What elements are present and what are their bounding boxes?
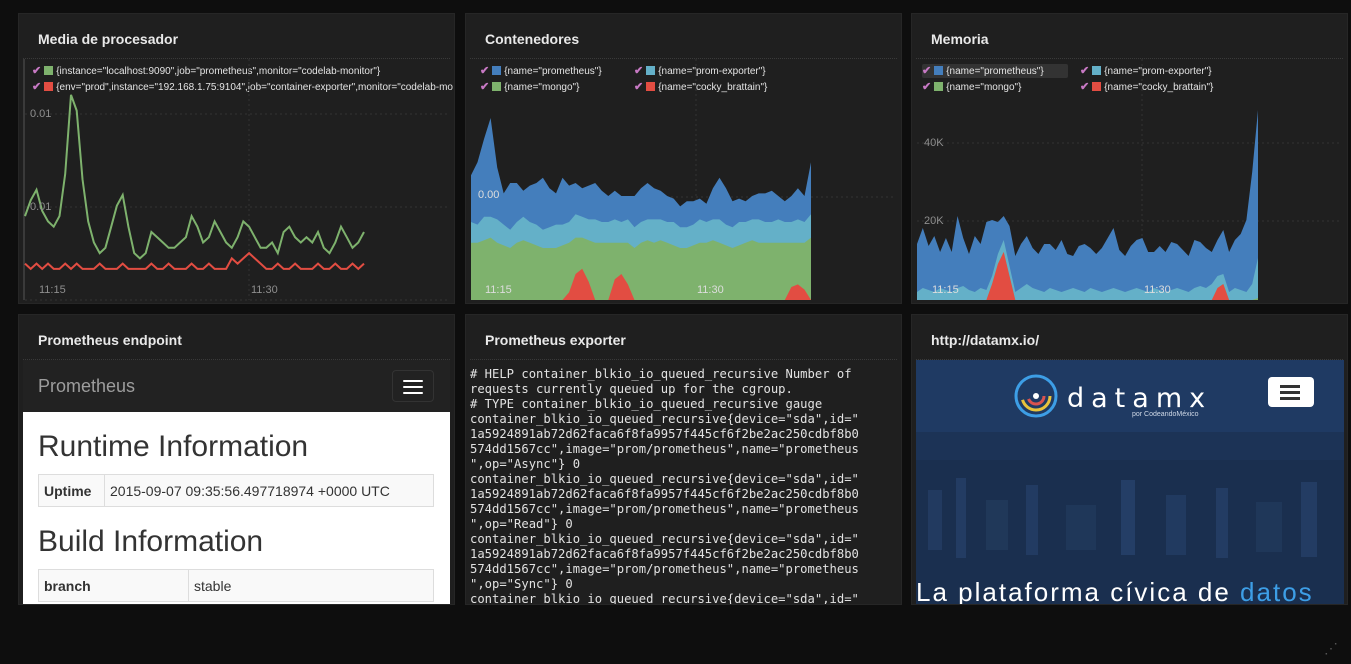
hamburger-icon-bar <box>403 392 423 394</box>
series-swatch <box>44 66 54 75</box>
check-icon[interactable]: ✔ <box>1080 65 1089 77</box>
legend-label: {instance="localhost:9090",job="promethe… <box>56 66 381 77</box>
table-row: branch stable <box>38 569 434 602</box>
datamx-logo-text[interactable]: datamx <box>1067 383 1212 414</box>
y-tick: 0.01 <box>30 201 52 213</box>
legend-label: {env="prod",instance="192.168.1.75:9104"… <box>56 82 453 93</box>
check-icon[interactable]: ✔ <box>1080 81 1089 93</box>
x-tick: 11:30 <box>251 284 278 296</box>
table-value: stable <box>188 569 434 602</box>
legend-item[interactable]: ✔ {name="prom-exporter"} <box>1080 64 1212 78</box>
legend-item[interactable]: ✔ {name="cocky_brattain"} <box>1080 80 1213 94</box>
series-swatch <box>934 66 944 75</box>
prometheus-navbar: Prometheus <box>23 360 450 413</box>
series-swatch <box>646 82 656 91</box>
x-tick: 11:30 <box>697 284 724 296</box>
headline-text: La plataforma cívica de <box>916 577 1241 605</box>
check-icon[interactable]: ✔ <box>634 65 643 77</box>
panel-containers: Contenedores ✔ {name="prometheus"} ✔ {name… <box>465 13 902 304</box>
runtime-table: Uptime 2015-09-07 09:35:56.497718974 +00… <box>38 474 434 507</box>
legend-label: {name="prom-exporter"} <box>658 66 766 77</box>
check-icon[interactable]: ✔ <box>480 81 489 93</box>
panel-title[interactable]: http://datamx.io/ <box>931 332 1039 348</box>
x-tick: 11:30 <box>1144 284 1171 296</box>
memory-chart[interactable] <box>912 14 1348 304</box>
y-tick: 0.01 <box>30 108 52 120</box>
datamx-webpage: datamx por CodeandoMéxico La plataforma … <box>916 360 1344 605</box>
prometheus-status-content: Runtime Information Uptime 2015-09-07 09… <box>23 412 450 604</box>
panel-title[interactable]: Media de procesador <box>38 31 178 47</box>
hamburger-icon-bar <box>1280 391 1300 394</box>
legend-item[interactable]: ✔ {env="prod",instance="192.168.1.75:9104… <box>32 80 453 94</box>
menu-toggle-button[interactable] <box>392 370 434 402</box>
panel-title[interactable]: Prometheus endpoint <box>38 332 182 348</box>
legend-item[interactable]: ✔ {name="cocky_brattain"} <box>634 80 767 94</box>
series-swatch <box>1092 82 1102 91</box>
check-icon[interactable]: ✔ <box>922 81 931 93</box>
panel-datamx: http://datamx.io/ datamx por CodeandoMéx… <box>911 314 1348 605</box>
prometheus-brand-link[interactable]: Prometheus <box>38 376 135 397</box>
datamx-menu-button[interactable] <box>1268 377 1314 407</box>
legend-item[interactable]: ✔ {name="prometheus"} <box>480 64 602 78</box>
legend-label: {name="cocky_brattain"} <box>658 82 768 93</box>
legend-label: {name="prometheus"} <box>946 66 1044 77</box>
legend-label: {name="prom-exporter"} <box>1104 66 1212 77</box>
series-line-1 <box>24 251 365 271</box>
runtime-heading: Runtime Information <box>38 430 309 463</box>
build-heading: Build Information <box>38 525 264 558</box>
y-tick: 20K <box>924 215 944 227</box>
hamburger-icon-bar <box>403 380 423 382</box>
series-swatch <box>1092 66 1102 75</box>
x-tick: 11:15 <box>39 284 66 296</box>
series-swatch <box>44 82 54 91</box>
check-icon[interactable]: ✔ <box>32 65 41 77</box>
panel-prometheus-endpoint: Prometheus endpoint Prometheus Runtime I… <box>18 314 455 605</box>
y-tick: 0.00 <box>478 189 500 201</box>
datamx-logo-icon[interactable] <box>1013 373 1059 419</box>
panel-memory: Memoria ✔ {name="prometheus"} ✔ {name="pro… <box>911 13 1348 304</box>
series-swatch <box>492 66 502 75</box>
containers-chart[interactable] <box>466 14 902 304</box>
hamburger-icon-bar <box>1280 397 1300 400</box>
hamburger-icon-bar <box>403 386 423 388</box>
panel-title[interactable]: Prometheus exporter <box>485 332 626 348</box>
legend-label: {name="prometheus"} <box>504 66 602 77</box>
panel-cpu: Media de procesador ✔ {instance="localhos… <box>18 13 455 304</box>
series-line-0 <box>24 94 365 260</box>
legend-item[interactable]: ✔ {name="mongo"} <box>922 80 1021 94</box>
legend-item[interactable]: ✔ {instance="localhost:9090",job="prometh… <box>32 64 380 78</box>
legend-label: {name="mongo"} <box>504 82 580 93</box>
series-area-3 <box>917 110 1258 300</box>
table-key: Uptime <box>38 474 105 507</box>
legend-item[interactable]: ✔ {name="prom-exporter"} <box>634 64 766 78</box>
legend-label: {name="mongo"} <box>946 82 1022 93</box>
headline-highlight: datos <box>1240 577 1314 605</box>
x-tick: 11:15 <box>932 284 959 296</box>
divider <box>23 58 450 59</box>
check-icon[interactable]: ✔ <box>922 65 931 77</box>
series-swatch <box>934 82 944 91</box>
check-icon[interactable]: ✔ <box>634 81 643 93</box>
series-swatch <box>646 66 656 75</box>
table-value: 2015-09-07 09:35:56.497718974 +0000 UTC <box>104 474 434 507</box>
check-icon[interactable]: ✔ <box>32 81 41 93</box>
legend-item[interactable]: ✔ {name="mongo"} <box>480 80 579 94</box>
resize-handle-icon[interactable]: ⋰ <box>1324 640 1338 657</box>
table-key: branch <box>38 569 189 602</box>
metrics-text: # HELP container_blkio_io_queued_recursi… <box>470 367 859 605</box>
check-icon[interactable]: ✔ <box>480 65 489 77</box>
panel-prometheus-exporter: Prometheus exporter # HELP container_blk… <box>465 314 902 605</box>
divider <box>470 359 897 360</box>
y-tick: 40K <box>924 137 944 149</box>
legend-item[interactable]: ✔ {name="prometheus"} <box>922 64 1068 78</box>
series-swatch <box>492 82 502 91</box>
datamx-logo-subtitle: por CodeandoMéxico <box>1132 411 1199 418</box>
legend-label: {name="cocky_brattain"} <box>1104 82 1214 93</box>
datamx-headline: La plataforma cívica de datos <box>916 577 1314 605</box>
hamburger-icon-bar <box>1280 385 1300 388</box>
series-area-1 <box>471 237 811 300</box>
x-tick: 11:15 <box>485 284 512 296</box>
table-row: Uptime 2015-09-07 09:35:56.497718974 +00… <box>38 474 434 507</box>
build-table: branch stable <box>38 569 434 602</box>
